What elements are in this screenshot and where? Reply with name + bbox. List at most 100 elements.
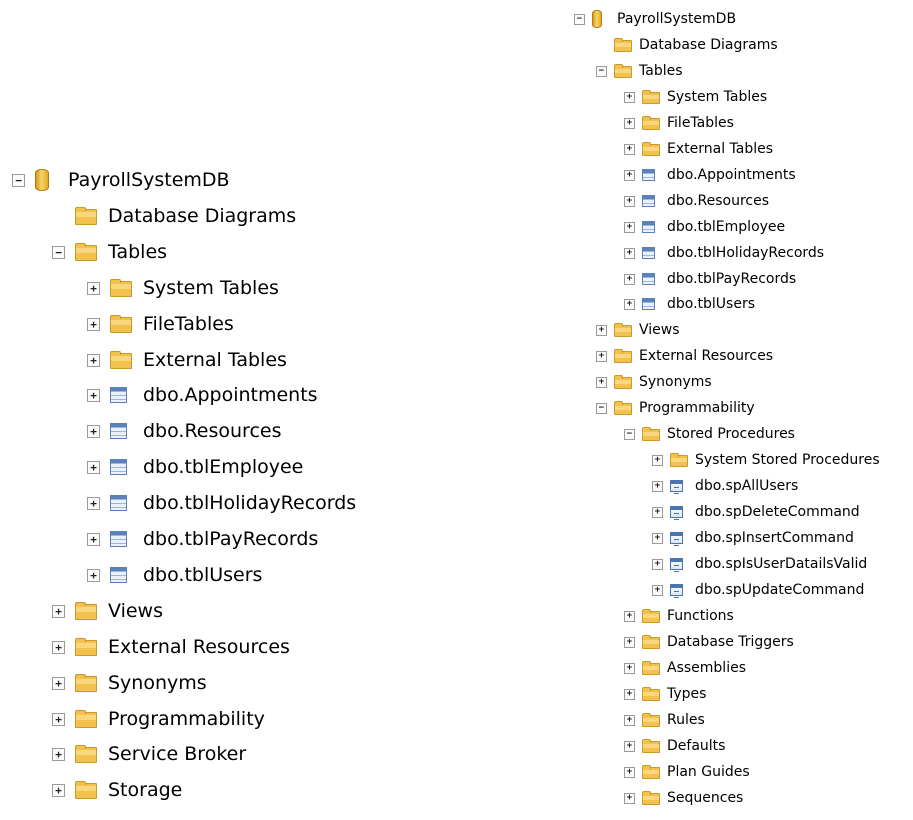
collapse-toggle-icon[interactable]: − bbox=[12, 173, 25, 187]
stored-procedure-icon bbox=[670, 532, 683, 546]
tree-node-label: System Tables bbox=[667, 89, 768, 105]
folder-icon bbox=[642, 713, 660, 727]
tree-node-label: dbo.spAllUsers bbox=[695, 478, 799, 494]
expand-toggle-icon[interactable]: + bbox=[87, 424, 100, 438]
expand-toggle-icon[interactable]: + bbox=[596, 376, 607, 388]
tree-node-label: PayrollSystemDB bbox=[68, 169, 230, 191]
expand-toggle-icon[interactable]: + bbox=[624, 273, 635, 285]
folder-icon bbox=[642, 791, 660, 805]
folder-icon bbox=[642, 116, 660, 130]
expand-toggle-icon[interactable]: + bbox=[87, 532, 100, 546]
expand-toggle-icon[interactable]: + bbox=[596, 324, 607, 336]
folder-icon bbox=[642, 687, 660, 701]
expand-toggle-icon[interactable]: + bbox=[624, 169, 635, 181]
tree-node-label: Functions bbox=[667, 608, 734, 624]
folder-icon bbox=[642, 90, 660, 104]
table-icon bbox=[642, 298, 655, 310]
tree-node-label: System Tables bbox=[143, 277, 279, 299]
expand-toggle-icon[interactable]: + bbox=[624, 766, 635, 778]
tree-node-label: Storage bbox=[108, 779, 183, 801]
folder-icon bbox=[614, 375, 632, 389]
tree-node-label: Plan Guides bbox=[667, 764, 750, 780]
table-icon bbox=[642, 221, 655, 233]
tree-node-label: Database Triggers bbox=[667, 634, 794, 650]
expand-toggle-icon[interactable]: + bbox=[624, 143, 635, 155]
expand-toggle-icon[interactable]: + bbox=[652, 584, 663, 596]
expand-toggle-icon[interactable]: + bbox=[624, 610, 635, 622]
collapse-toggle-icon[interactable]: − bbox=[574, 13, 585, 25]
tree-node-label: dbo.tblUsers bbox=[143, 564, 263, 586]
tree-node-label: External Resources bbox=[639, 348, 774, 364]
table-icon bbox=[110, 567, 127, 583]
tree-node-label: dbo.Appointments bbox=[143, 384, 318, 406]
folder-icon bbox=[642, 739, 660, 753]
tree-node-label: dbo.tblHolidayRecords bbox=[143, 492, 357, 514]
tree-node-label: Tables bbox=[108, 241, 168, 263]
folder-icon bbox=[614, 323, 632, 337]
tree-node-label: External Tables bbox=[667, 141, 774, 157]
expand-toggle-icon[interactable]: + bbox=[87, 460, 100, 474]
folder-icon bbox=[75, 745, 97, 763]
stored-procedure-icon bbox=[670, 506, 683, 520]
expand-toggle-icon[interactable]: + bbox=[624, 195, 635, 207]
expand-toggle-icon[interactable]: + bbox=[52, 783, 65, 797]
expand-toggle-icon[interactable]: + bbox=[624, 792, 635, 804]
tree-node-label: Programmability bbox=[639, 400, 755, 416]
tree-node-label: Assemblies bbox=[667, 660, 746, 676]
collapse-toggle-icon[interactable]: − bbox=[596, 65, 607, 77]
tree-node-label: Rules bbox=[667, 712, 705, 728]
expand-toggle-icon[interactable]: + bbox=[52, 676, 65, 690]
expand-toggle-icon[interactable]: + bbox=[624, 91, 635, 103]
expand-toggle-icon[interactable]: + bbox=[652, 454, 663, 466]
folder-icon bbox=[75, 243, 97, 261]
expand-toggle-icon[interactable]: + bbox=[52, 747, 65, 761]
tree-node-label: Synonyms bbox=[639, 374, 712, 390]
table-icon bbox=[642, 247, 655, 259]
tree-node-label: Service Broker bbox=[108, 743, 247, 765]
tree-node-label: Stored Procedures bbox=[667, 426, 795, 442]
tree-node-label: Defaults bbox=[667, 738, 726, 754]
expand-toggle-icon[interactable]: + bbox=[596, 350, 607, 362]
collapse-toggle-icon[interactable]: − bbox=[624, 428, 635, 440]
database-icon bbox=[592, 10, 602, 28]
tree-node-label: dbo.tblHolidayRecords bbox=[667, 245, 825, 261]
expand-toggle-icon[interactable]: + bbox=[624, 688, 635, 700]
expand-toggle-icon[interactable]: + bbox=[52, 604, 65, 618]
expand-toggle-icon[interactable]: + bbox=[624, 662, 635, 674]
expand-toggle-icon[interactable]: + bbox=[52, 640, 65, 654]
table-icon bbox=[110, 459, 127, 475]
tree-node-label: dbo.spUpdateCommand bbox=[695, 582, 865, 598]
expand-toggle-icon[interactable]: + bbox=[624, 740, 635, 752]
table-icon bbox=[110, 387, 127, 403]
tree-node-label: Views bbox=[639, 322, 680, 338]
expand-toggle-icon[interactable]: + bbox=[87, 317, 100, 331]
expand-toggle-icon[interactable]: + bbox=[52, 712, 65, 726]
expand-toggle-icon[interactable]: + bbox=[652, 480, 663, 492]
expand-toggle-icon[interactable]: + bbox=[624, 247, 635, 259]
folder-icon bbox=[110, 279, 132, 297]
tree-node-label: dbo.spIsUserDatailsValid bbox=[695, 556, 868, 572]
expand-toggle-icon[interactable]: + bbox=[87, 496, 100, 510]
expand-toggle-icon[interactable]: + bbox=[652, 506, 663, 518]
table-icon bbox=[642, 195, 655, 207]
folder-icon bbox=[614, 349, 632, 363]
expand-toggle-icon[interactable]: + bbox=[624, 221, 635, 233]
expand-toggle-icon[interactable]: + bbox=[624, 298, 635, 310]
expand-toggle-icon[interactable]: + bbox=[624, 636, 635, 648]
stored-procedure-icon bbox=[670, 558, 683, 572]
folder-icon bbox=[642, 427, 660, 441]
collapse-toggle-icon[interactable]: − bbox=[596, 402, 607, 414]
expand-toggle-icon[interactable]: + bbox=[87, 388, 100, 402]
expand-toggle-icon[interactable]: + bbox=[624, 117, 635, 129]
folder-icon bbox=[75, 781, 97, 799]
expand-toggle-icon[interactable]: + bbox=[87, 568, 100, 582]
folder-icon bbox=[670, 453, 688, 467]
folder-icon bbox=[75, 674, 97, 692]
folder-icon bbox=[75, 710, 97, 728]
expand-toggle-icon[interactable]: + bbox=[652, 532, 663, 544]
expand-toggle-icon[interactable]: + bbox=[652, 558, 663, 570]
expand-toggle-icon[interactable]: + bbox=[87, 281, 100, 295]
expand-toggle-icon[interactable]: + bbox=[624, 714, 635, 726]
expand-toggle-icon[interactable]: + bbox=[87, 353, 100, 367]
collapse-toggle-icon[interactable]: − bbox=[52, 245, 65, 259]
